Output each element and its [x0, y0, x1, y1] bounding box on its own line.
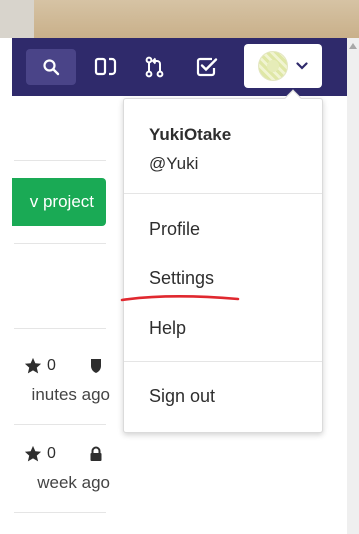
- dropdown-divider: [124, 193, 322, 194]
- content-divider: [14, 243, 106, 244]
- avatar: [258, 51, 288, 81]
- shield-icon: [91, 359, 101, 373]
- menu-item-sign-out[interactable]: Sign out: [149, 386, 215, 407]
- project-row[interactable]: 0 inutes ago: [12, 355, 110, 415]
- content-divider: [14, 160, 106, 161]
- user-dropdown-menu: YukiOtake @Yuki Profile Settings Help Si…: [123, 89, 323, 433]
- user-menu-toggle[interactable]: [244, 44, 322, 88]
- merge-request-icon: [145, 56, 164, 78]
- dropdown-user-name: YukiOtake: [149, 125, 232, 144]
- content-divider: [14, 328, 106, 329]
- search-button[interactable]: [26, 49, 76, 85]
- issues-board-button[interactable]: [91, 52, 121, 82]
- updated-time: inutes ago: [31, 385, 110, 404]
- todos-button[interactable]: [192, 52, 222, 82]
- menu-item-help[interactable]: Help: [149, 318, 186, 339]
- top-navbar: [12, 38, 347, 96]
- star-count: 0: [24, 443, 56, 465]
- content-divider: [14, 424, 106, 425]
- star-count: 0: [24, 355, 56, 377]
- issues-board-icon: [94, 57, 117, 76]
- visibility-indicator: [89, 443, 103, 465]
- search-icon: [43, 59, 60, 76]
- vertical-scrollbar[interactable]: [347, 38, 359, 534]
- updated-time: week ago: [37, 473, 110, 492]
- project-row[interactable]: 0 week ago: [12, 443, 110, 503]
- dropdown-divider: [124, 361, 322, 362]
- scroll-up-arrow-icon[interactable]: [349, 43, 357, 49]
- screen-bezel-left: [0, 0, 34, 38]
- star-icon: [24, 357, 42, 374]
- menu-item-settings[interactable]: Settings: [149, 268, 214, 289]
- red-underline-annotation: [120, 295, 240, 302]
- content-divider: [14, 512, 106, 513]
- dropdown-user-handle: @Yuki: [149, 154, 199, 173]
- lock-icon: [90, 446, 102, 461]
- screen-bezel: [0, 0, 359, 38]
- todo-check-icon: [196, 57, 218, 77]
- chevron-down-icon: [296, 62, 308, 70]
- menu-item-profile[interactable]: Profile: [149, 219, 200, 240]
- new-project-button[interactable]: v project: [12, 178, 106, 226]
- merge-requests-button[interactable]: [140, 52, 170, 82]
- visibility-indicator: [90, 355, 102, 377]
- star-icon: [24, 445, 42, 462]
